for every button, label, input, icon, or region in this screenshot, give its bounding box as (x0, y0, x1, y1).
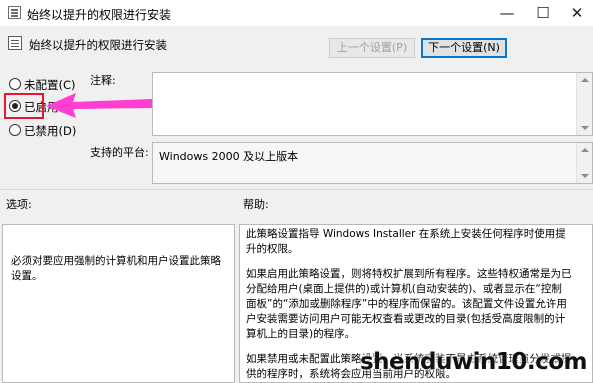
comment-label: 注释: (90, 74, 116, 87)
options-pane: 必须对要应用强制的计算机和用户设置此策略设置。 (2, 224, 235, 383)
previous-setting-button[interactable]: 上一个设置(P) (329, 38, 415, 58)
scroll-down-icon[interactable] (581, 126, 589, 130)
help-label: 帮助: (243, 198, 269, 211)
help-paragraph: 如果启用此策略设置，则将特权扩展到所有程序。这些特权通常是为已分配给用户(桌面上… (246, 268, 572, 340)
watermark: shenduwin10.com (359, 349, 588, 375)
close-button[interactable]: ✕ (560, 0, 593, 26)
highlight-box (4, 93, 44, 119)
minimize-button[interactable]: — (490, 0, 524, 26)
help-paragraph: 此策略设置指导 Windows Installer 在系统上安装任何程序时使用提… (246, 228, 566, 255)
platform-value: Windows 2000 及以上版本 (159, 150, 299, 163)
radio-circle (9, 124, 21, 136)
scroll-down-icon[interactable] (581, 174, 589, 178)
policy-app-icon (8, 6, 21, 19)
title-bar: 始终以提升的权限进行安装 — ☐ ✕ (0, 0, 593, 26)
platform-field: Windows 2000 及以上版本 (152, 142, 593, 184)
policy-title: 始终以提升的权限进行安装 (29, 38, 167, 52)
radio-circle (9, 78, 21, 90)
platform-scrollbar[interactable] (576, 143, 592, 183)
comment-scrollbar[interactable] (576, 73, 592, 135)
divider (0, 189, 593, 190)
comment-textarea[interactable] (152, 72, 593, 136)
window-title: 始终以提升的权限进行安装 (27, 8, 172, 22)
annotation-arrow-icon (46, 93, 152, 118)
maximize-button[interactable]: ☐ (526, 0, 560, 26)
policy-setting-icon (8, 36, 22, 50)
options-text: 必须对要应用强制的计算机和用户设置此策略设置。 (11, 255, 221, 282)
scroll-up-icon[interactable] (581, 148, 589, 152)
platform-label: 支持的平台: (90, 146, 149, 159)
options-label: 选项: (6, 198, 32, 211)
scroll-up-icon[interactable] (581, 78, 589, 82)
next-setting-button[interactable]: 下一个设置(N) (421, 38, 507, 58)
